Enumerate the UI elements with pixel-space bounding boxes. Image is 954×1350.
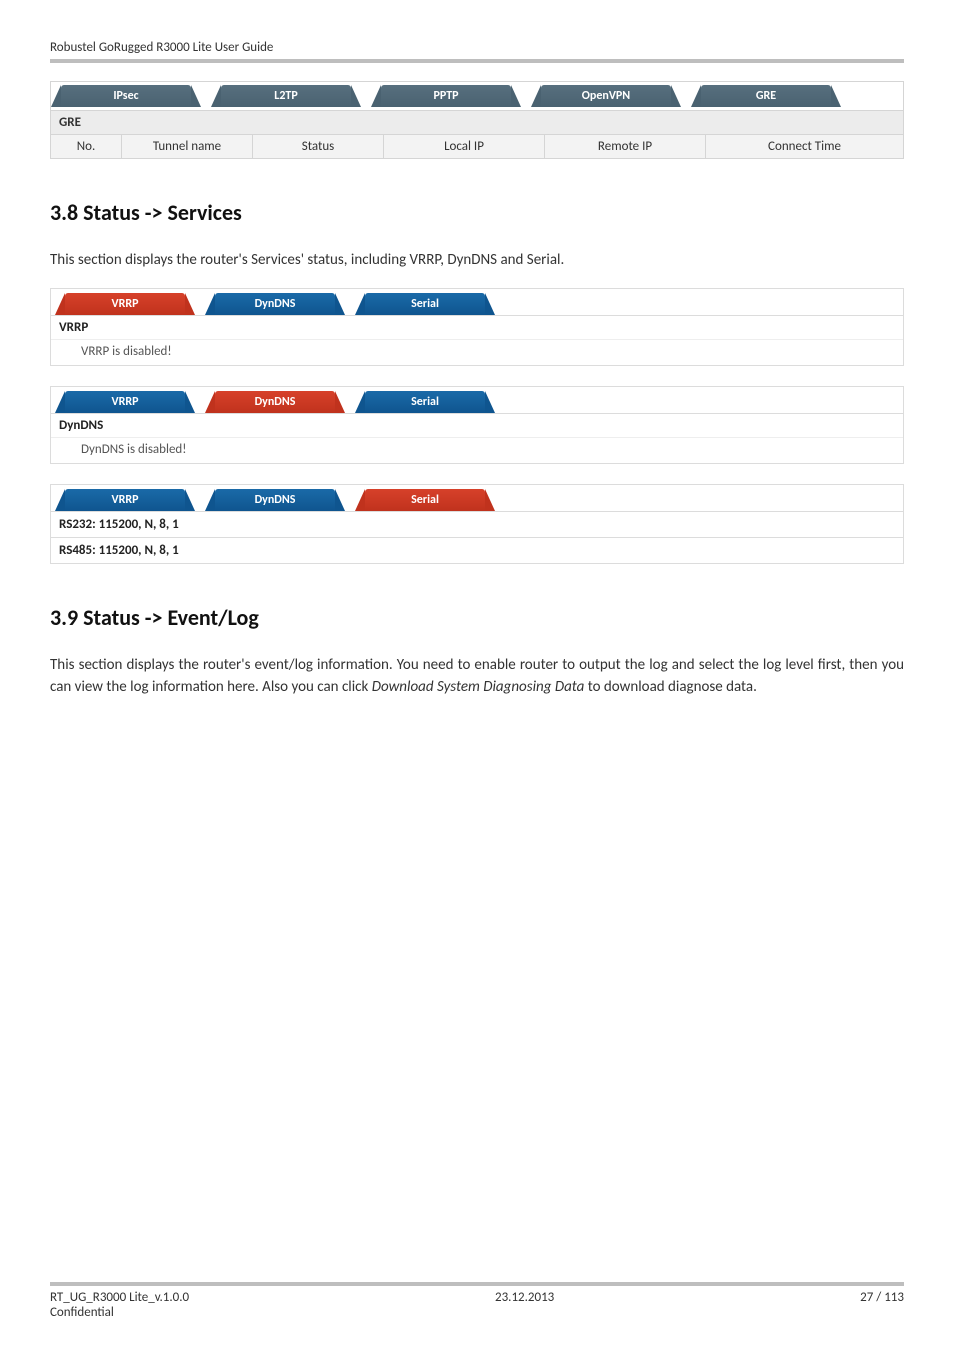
vrrp-status: VRRP is disabled! [51,339,903,365]
vpn-panel: IPsec L2TP PPTP OpenVPN GRE GRE No. Tunn… [50,81,904,159]
dyndns-status: DynDNS is disabled! [51,437,903,463]
tab-gre[interactable]: GRE [701,85,831,107]
footer-center: 23.12.2013 [495,1290,554,1305]
serial-tab-row: VRRP DynDNS Serial [51,484,903,511]
tab-openvpn[interactable]: OpenVPN [541,85,671,107]
gre-h-time: Connect Time [706,135,903,158]
tab-serial[interactable]: Serial [365,293,485,315]
vpn-tab-row: IPsec L2TP PPTP OpenVPN GRE [51,81,903,110]
tab-vrrp[interactable]: VRRP [65,489,185,511]
dyndns-panel: VRRP DynDNS Serial DynDNS DynDNS is disa… [50,386,904,464]
tab-pptp[interactable]: PPTP [381,85,511,107]
tab-dyndns[interactable]: DynDNS [215,489,335,511]
section-3-9-title: 3.9 Status -> Event/Log [50,604,904,631]
tab-ipsec[interactable]: IPsec [61,85,191,107]
tab-dyndns-active[interactable]: DynDNS [215,391,335,413]
tab-vrrp[interactable]: VRRP [65,391,185,413]
tab-dyndns[interactable]: DynDNS [215,293,335,315]
gre-h-remote: Remote IP [545,135,706,158]
page-footer: RT_UG_R3000 Lite_v.1.0.0 23.12.2013 27 /… [50,1282,904,1320]
dyndns-heading: DynDNS [51,414,903,437]
footer-confidential: Confidential [50,1305,904,1320]
page-header: Robustel GoRugged R3000 Lite User Guide [50,40,904,55]
footer-rule [50,1282,904,1286]
intro-part2: to download diagnose data. [584,678,757,696]
dyndns-tab-row: VRRP DynDNS Serial [51,386,903,413]
footer-right: 27 / 113 [860,1290,904,1305]
tab-vrrp-active[interactable]: VRRP [65,293,185,315]
serial-panel: VRRP DynDNS Serial RS232: 115200, N, 8, … [50,484,904,564]
section-3-8-title: 3.8 Status -> Services [50,199,904,226]
footer-left: RT_UG_R3000 Lite_v.1.0.0 [50,1290,189,1305]
gre-h-local: Local IP [384,135,545,158]
vrrp-heading: VRRP [51,316,903,339]
rs232-row: RS232: 115200, N, 8, 1 [51,511,903,537]
tab-serial[interactable]: Serial [365,391,485,413]
gre-h-name: Tunnel name [122,135,253,158]
gre-h-status: Status [253,135,384,158]
header-rule [50,59,904,63]
section-3-9-intro: This section displays the router's event… [50,655,904,699]
vrrp-panel: VRRP DynDNS Serial VRRP VRRP is disabled… [50,288,904,366]
gre-h-no: No. [51,135,122,158]
intro-italic: Download System Diagnosing Data [372,678,585,696]
section-3-8-intro: This section displays the router's Servi… [50,250,904,272]
gre-section: GRE [51,110,903,134]
gre-title: GRE [51,111,903,134]
gre-headers: No. Tunnel name Status Local IP Remote I… [51,134,903,158]
rs485-row: RS485: 115200, N, 8, 1 [51,537,903,563]
tab-serial-active[interactable]: Serial [365,489,485,511]
tab-l2tp[interactable]: L2TP [221,85,351,107]
vrrp-tab-row: VRRP DynDNS Serial [51,288,903,315]
